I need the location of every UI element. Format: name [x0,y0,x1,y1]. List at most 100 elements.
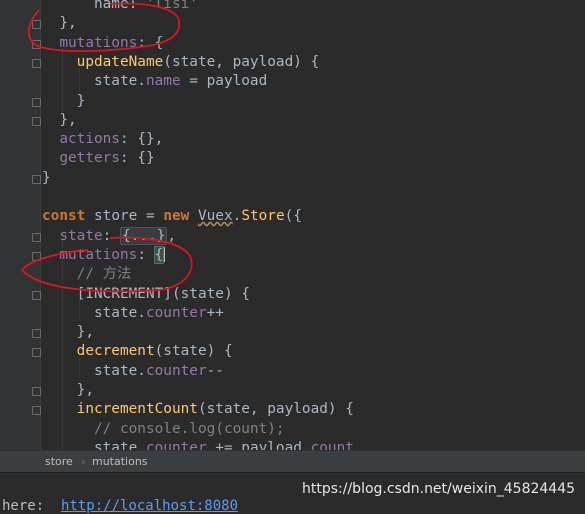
code-line[interactable]: name: 'lisi' [42,0,198,14]
code-token: updateName [76,53,164,70]
code-token: Vuex [197,208,233,225]
code-token: } [42,169,51,186]
code-token: counter [145,304,207,321]
code-line[interactable]: const store = new Vuex.Store({ [42,207,302,226]
code-line[interactable]: state.counter++ [42,304,224,323]
fold-marker-icon[interactable] [32,116,41,126]
code-token: count [310,439,354,450]
code-token: -- [206,362,224,379]
code-line[interactable]: mutations: { [42,245,166,265]
code-line[interactable]: actions: {}, [42,130,163,149]
code-line[interactable]: state.name = payload [42,72,267,91]
fold-marker-icon[interactable] [32,20,41,30]
code-line[interactable]: state.counter-- [42,362,224,381]
code-token: const [42,208,86,225]
code-line[interactable]: }, [42,323,94,342]
code-token: name [145,73,181,90]
code-token: : [137,246,155,263]
code-token: new [163,208,190,225]
code-token: incrementCount [76,401,198,418]
matched-brace: { [153,245,165,264]
code-token: Store [241,208,285,225]
fold-marker-icon[interactable] [32,329,41,339]
fold-marker-icon[interactable] [32,97,41,107]
code-token: actions [42,131,120,148]
breadcrumb: store › mutations [0,450,585,473]
code-line[interactable]: decrement(state) { [42,342,233,361]
code-token: name: [42,0,146,12]
code-token: : {} [119,150,155,167]
text-cursor [163,247,166,263]
code-token: state. [42,439,146,450]
code-token: }, [42,111,77,128]
code-token: 'lisi' [145,0,198,12]
breadcrumb-item-store[interactable]: store [45,455,73,468]
code-token: state. [42,362,146,379]
fold-marker-icon[interactable] [32,39,41,49]
code-line[interactable]: // 方法 [42,265,132,284]
breadcrumb-item-mutations[interactable]: mutations [92,455,148,468]
fold-marker-icon[interactable] [32,290,41,300]
code-token: . [232,208,242,225]
code-token: , [167,227,176,244]
code-line[interactable]: // console.log(count); [42,420,285,439]
code-line[interactable]: updateName(state, payload) { [42,53,320,72]
code-token: (state, payload) { [163,53,320,70]
code-line[interactable]: mutations: { [42,34,163,53]
code-token: : { [137,34,164,51]
code-line[interactable]: }, [42,111,77,130]
code-line[interactable]: incrementCount(state, payload) { [42,400,354,419]
code-token: ({ [284,208,302,225]
code-line[interactable]: } [42,92,86,111]
code-token: counter [145,439,207,450]
code-token: store = [85,208,164,225]
code-line[interactable]: getters: {} [42,149,155,168]
code-token: // console.log(count); [42,420,285,437]
code-line[interactable]: } [42,169,51,188]
code-line[interactable]: [INCREMENT](state) { [42,285,250,304]
localhost-link[interactable]: http://localhost:8080 [61,498,238,514]
breadcrumb-separator: › [81,455,86,468]
fold-marker-icon[interactable] [32,174,41,184]
code-line[interactable]: }, [42,14,77,33]
status-prefix: here: [2,498,62,514]
code-token: ++ [206,304,224,321]
code-token: += payload. [206,439,311,450]
code-token: (state) { [154,343,233,360]
fold-marker-icon[interactable] [32,387,41,396]
code-line[interactable]: }, [42,381,94,400]
code-token: state. [42,304,146,321]
code-token: state. [42,73,146,90]
code-line[interactable]: state: {...}, [42,226,176,246]
code-line[interactable]: state.counter += payload.count [42,439,354,450]
fold-marker-icon[interactable] [32,406,41,416]
code-token: state [42,227,103,244]
code-token: = payload [180,73,268,90]
code-token: }, [42,15,77,32]
code-token: } [42,92,86,109]
fold-marker-icon[interactable] [32,251,41,261]
watermark: https://blog.csdn.net/weixin_45824445 [302,481,576,497]
code-token: }, [42,382,94,398]
code-token: mutations [42,34,138,51]
status-message: here: http://localhost:8080 [2,498,238,514]
code-token: : {}, [119,131,164,148]
code-token: }, [42,324,94,341]
code-editor[interactable]: name: 'lisi' }, mutations: { updateName(… [0,0,585,450]
code-token: counter [145,362,207,379]
fold-marker-icon[interactable] [32,348,41,358]
fold-marker-icon[interactable] [32,58,41,68]
code-token: (state, payload) { [197,401,354,418]
fold-marker-icon[interactable] [32,232,41,242]
code-token: : [102,227,120,244]
code-token: [INCREMENT](state) { [42,285,250,302]
folded-block[interactable]: {...} [119,226,168,245]
code-token: getters [42,150,120,167]
code-token: decrement [76,343,155,360]
code-token: // 方法 [42,266,132,283]
code-token: mutations [42,246,138,263]
